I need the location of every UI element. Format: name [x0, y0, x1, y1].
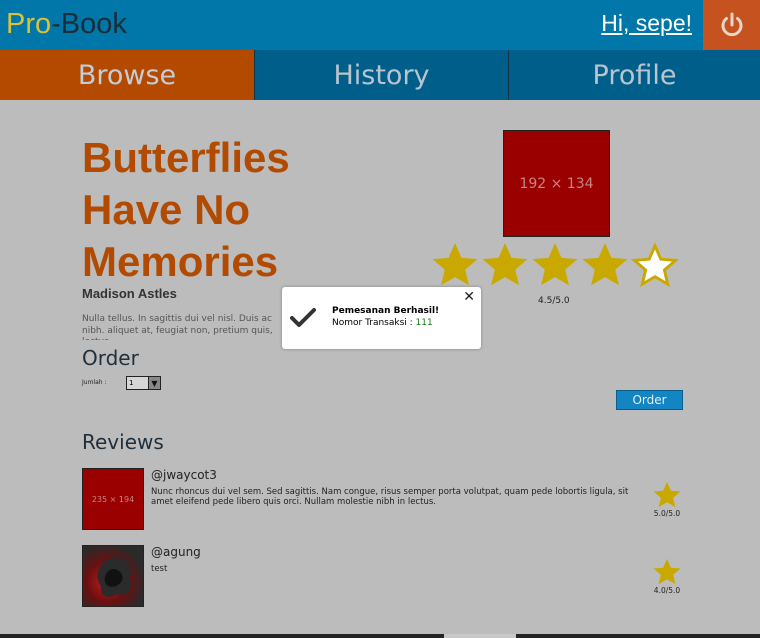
tab-browse[interactable]: Browse: [0, 50, 254, 100]
close-icon[interactable]: ✕: [463, 289, 475, 305]
dropdown-arrow-icon: ▼: [148, 377, 160, 389]
order-success-modal: Pemesanan Berhasil! Nomor Transaksi : 11…: [282, 287, 481, 349]
star-filled-icon: [482, 243, 528, 286]
quantity-value: 1: [129, 379, 134, 387]
star-filled-icon: [653, 558, 681, 585]
reviews-section-title: Reviews: [82, 430, 164, 454]
review-text: Nunc rhoncus dui vel sem. Sed sagittis. …: [151, 487, 629, 507]
tab-profile[interactable]: Profile: [508, 50, 760, 100]
reviewer-avatar: 235 × 194: [82, 468, 144, 530]
reviewer-username: @jwaycot3: [151, 468, 217, 482]
logout-button[interactable]: [703, 0, 760, 50]
check-icon: [290, 308, 316, 327]
book-author: Madison Astles: [82, 286, 177, 301]
book-title: Butterflies Have No Memories: [82, 134, 290, 285]
main-nav: Browse History Profile: [0, 50, 760, 100]
book-cover-image: 192 × 134: [503, 130, 610, 237]
logo-book-text: -Book: [51, 8, 127, 40]
book-rating-stars: [430, 240, 680, 290]
modal-message: Nomor Transaksi : 111: [332, 318, 433, 328]
book-rating-text: 4.5/5.0: [538, 296, 570, 306]
book-description: Nulla tellus. In sagittis dui vel nisl. …: [82, 314, 273, 340]
star-filled-icon: [432, 243, 478, 286]
app-logo[interactable]: Pro-Book: [6, 6, 127, 42]
bottom-edge: [0, 634, 760, 638]
star-filled-icon: [582, 243, 628, 286]
bottom-edge-segment: [444, 634, 516, 638]
star-outline-icon: [631, 242, 679, 288]
user-greeting-link[interactable]: Hi, sepe!: [601, 8, 692, 38]
order-section-title: Order: [82, 346, 139, 370]
review-text: test: [151, 564, 168, 574]
reviewer-avatar: [82, 545, 144, 607]
star-filled-icon: [532, 243, 578, 286]
top-header: Pro-Book Hi, sepe!: [0, 0, 760, 50]
transaction-number: 111: [415, 318, 433, 328]
tab-history[interactable]: History: [254, 50, 508, 100]
review-rating-text: 5.0/5.0: [653, 509, 681, 518]
logo-pro-text: Pro: [6, 8, 52, 40]
quantity-select[interactable]: 1 ▼: [126, 376, 161, 390]
review-rating-text: 4.0/5.0: [653, 586, 681, 595]
power-icon: [721, 12, 742, 37]
quantity-label: Jumlah :: [82, 379, 107, 386]
star-filled-icon: [653, 481, 681, 508]
transaction-label: Nomor Transaksi :: [332, 318, 416, 328]
reviewer-username: @agung: [151, 545, 201, 559]
avatar-photo: [97, 557, 132, 597]
order-button[interactable]: Order: [616, 390, 683, 410]
modal-title: Pemesanan Berhasil!: [332, 306, 440, 316]
